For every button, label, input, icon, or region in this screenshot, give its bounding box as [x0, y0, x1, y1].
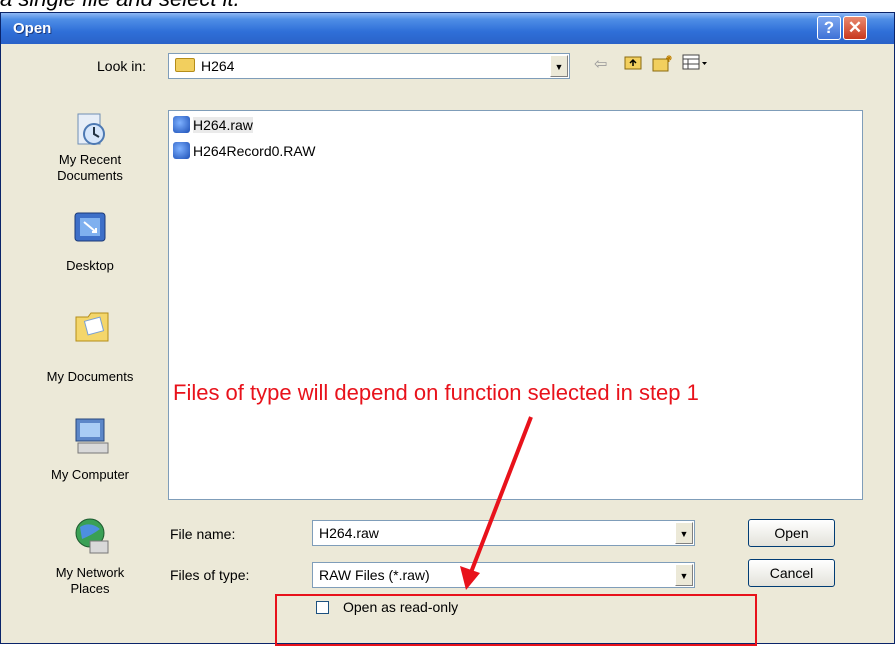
annotation-arrow	[460, 416, 533, 590]
